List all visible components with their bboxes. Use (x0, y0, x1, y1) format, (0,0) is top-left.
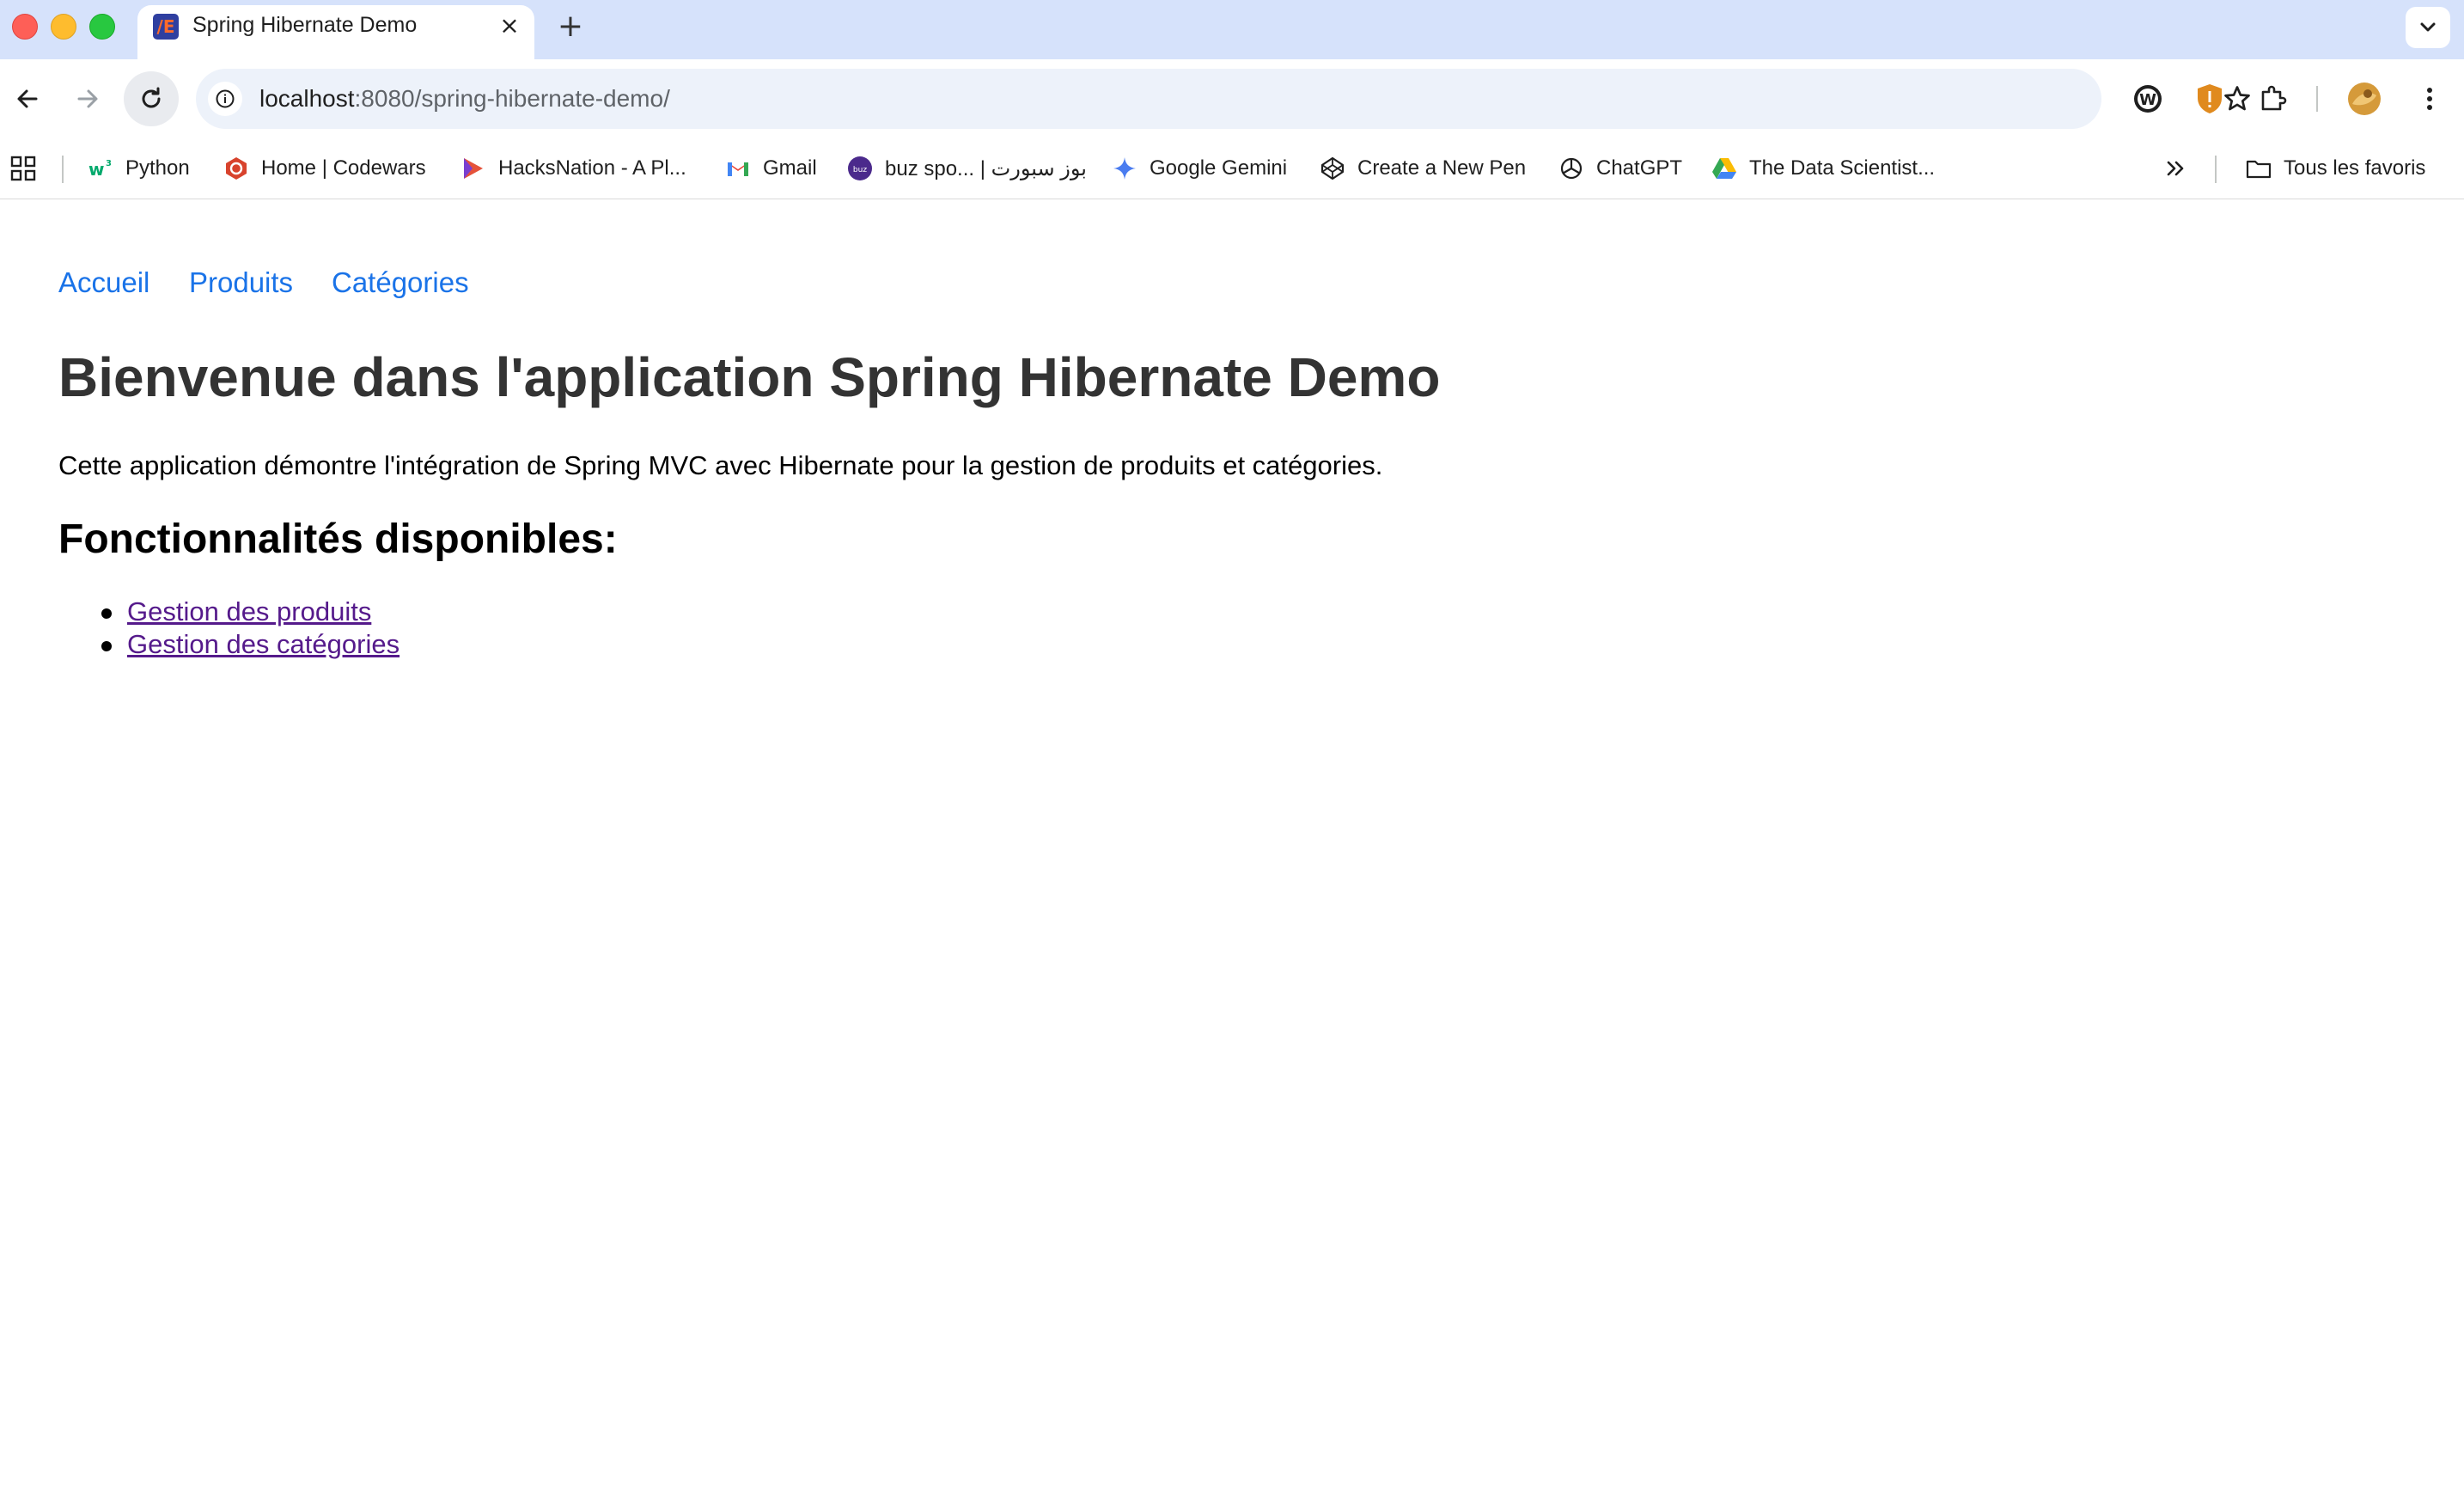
list-item: Gestion des catégories (58, 629, 399, 662)
nav-link-accueil[interactable]: Accueil (58, 266, 149, 299)
bookmark-gemini[interactable]: Google Gemini (1112, 152, 1287, 185)
chevron-down-icon (2420, 22, 2436, 32)
bookmark-codewars[interactable]: Home | Codewars (223, 152, 426, 185)
reload-icon (142, 87, 161, 108)
bookmark-chatgpt[interactable]: ChatGPT (1558, 152, 1682, 185)
bookmark-buz-sport[interactable]: buz buz spo... | بوز سبورت (847, 152, 1087, 185)
gemini-icon (1112, 156, 1137, 181)
codepen-icon (1320, 156, 1345, 181)
apps-grid-icon (10, 156, 36, 181)
features-list: Gestion des produits Gestion des catégor… (58, 596, 399, 662)
shield-extension-icon[interactable] (2193, 82, 2227, 116)
svg-text:buz: buz (853, 166, 867, 174)
bookmark-label: The Data Scientist... (1749, 156, 1936, 180)
link-gestion-categories[interactable]: Gestion des catégories (127, 629, 399, 659)
bookmark-label: Python (125, 156, 190, 180)
active-tab[interactable]: /E Spring Hibernate Demo × (137, 5, 534, 59)
bookmarks-divider (2215, 156, 2217, 183)
all-bookmarks-folder[interactable]: Tous les favoris (2246, 152, 2425, 185)
back-button[interactable] (0, 71, 55, 126)
url-text[interactable]: localhost:8080/spring-hibernate-demo/ (259, 85, 670, 113)
list-item: Gestion des produits (58, 596, 399, 629)
forward-button[interactable] (60, 71, 115, 126)
bookmark-python[interactable]: w3 Python (88, 152, 190, 185)
buz-icon: buz (847, 156, 873, 181)
bookmark-label: HacksNation - A Pl... (498, 156, 686, 180)
page-title: Bienvenue dans l'application Spring Hibe… (58, 346, 1441, 408)
bookmark-codepen[interactable]: Create a New Pen (1320, 152, 1526, 185)
browser-window: /E Spring Hibernate Demo × + localhost:8… (0, 0, 2464, 1485)
features-title: Fonctionnalités disponibles: (58, 516, 618, 562)
bookmark-hacksnation[interactable]: HacksNation - A Pl... (460, 152, 686, 185)
bookmarks-divider (62, 156, 64, 183)
forward-arrow-icon (77, 89, 98, 108)
more-menu-icon[interactable] (2412, 82, 2447, 116)
chatgpt-icon (1558, 156, 1584, 181)
gmail-icon (725, 156, 751, 181)
tab-title: Spring Hibernate Demo (192, 13, 418, 37)
minimize-window-button[interactable] (51, 14, 76, 40)
link-gestion-produits[interactable]: Gestion des produits (127, 596, 371, 626)
svg-text:3: 3 (106, 159, 112, 168)
profile-avatar[interactable] (2347, 82, 2382, 116)
back-arrow-icon (17, 89, 38, 108)
reload-button[interactable] (124, 71, 179, 126)
chevrons-right-icon (2167, 161, 2184, 176)
bookmark-label: ChatGPT (1596, 156, 1683, 180)
tab-close-icon[interactable]: × (495, 11, 524, 40)
info-icon (216, 89, 235, 108)
address-bar[interactable]: localhost:8080/spring-hibernate-demo/ (196, 69, 2250, 129)
w3schools-icon: w3 (88, 156, 113, 181)
svg-text:w: w (88, 159, 104, 180)
bookmark-label: buz spo... | بوز سبورت (885, 156, 1087, 180)
more-bookmarks-button[interactable] (2163, 152, 2189, 185)
maximize-window-button[interactable] (89, 14, 115, 40)
url-path: :8080/spring-hibernate-demo/ (354, 85, 670, 112)
intro-text: Cette application démontre l'intégration… (58, 450, 1383, 480)
bookmark-data-scientist[interactable]: The Data Scientist... (1711, 152, 1935, 185)
tab-favicon: /E (153, 14, 179, 40)
bookmark-label: Google Gemini (1150, 156, 1288, 180)
wappalyzer-extension-icon[interactable]: W (2131, 82, 2165, 116)
bookmark-label: Home | Codewars (261, 156, 426, 180)
tab-strip: /E Spring Hibernate Demo × + (0, 0, 2464, 59)
extensions-puzzle-icon[interactable] (2256, 82, 2290, 116)
browser-toolbar: localhost:8080/spring-hibernate-demo/ W (0, 59, 2464, 138)
page-content: Accueil Produits Catégories Bienvenue da… (0, 199, 2464, 1485)
folder-icon (2246, 156, 2272, 181)
bookmark-label: Gmail (763, 156, 817, 180)
codewars-icon (223, 156, 249, 181)
new-tab-icon[interactable]: + (553, 9, 588, 44)
hacksnation-icon (460, 156, 486, 181)
bookmark-gmail[interactable]: Gmail (725, 152, 817, 185)
google-drive-icon (1711, 156, 1737, 181)
close-window-button[interactable] (12, 14, 38, 40)
bookmarks-bar: w3 Python Home | Codewars HacksNation - … (0, 138, 2464, 199)
nav-link-categories[interactable]: Catégories (332, 266, 469, 299)
tab-search-button[interactable] (2406, 7, 2450, 48)
bookmark-label: Create a New Pen (1357, 156, 1527, 180)
bookmark-label: Tous les favoris (2284, 156, 2426, 180)
apps-grid-button[interactable] (10, 152, 36, 185)
svg-text:W: W (2139, 91, 2156, 109)
url-host: localhost (259, 85, 355, 112)
toolbar-divider (2316, 86, 2318, 112)
nav-link-produits[interactable]: Produits (189, 266, 293, 299)
site-info-button[interactable] (208, 82, 242, 116)
